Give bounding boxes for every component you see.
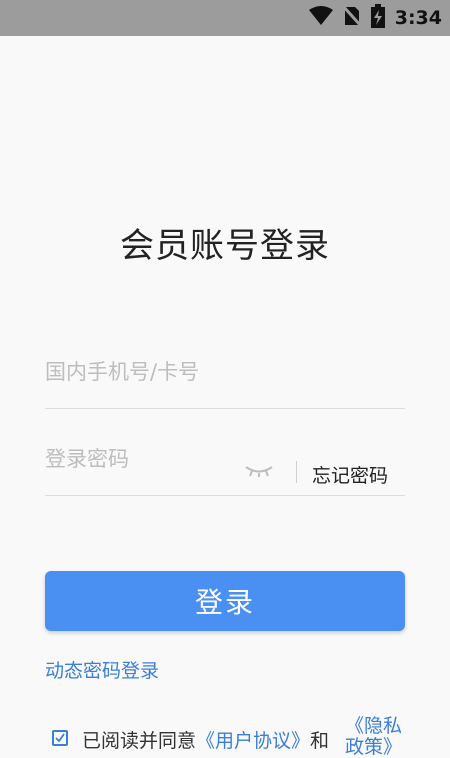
no-sim-icon (341, 4, 362, 31)
dynamic-password-login-link[interactable]: 动态密码登录 (45, 656, 159, 683)
wifi-icon (308, 6, 333, 30)
status-time: 3:34 (394, 7, 442, 29)
battery-charging-icon (370, 4, 385, 32)
forgot-password-link[interactable]: 忘记密码 (312, 461, 388, 488)
privacy-policy-link[interactable]: 《隐私政策》 (345, 716, 407, 758)
status-bar: 3:34 (0, 0, 450, 36)
agreement-row: 已阅读并同意《用户协议》和 《隐私政策》 (52, 716, 412, 758)
status-icons: 3:34 (308, 0, 442, 36)
password-field: 忘记密码 (45, 447, 405, 496)
eye-closed-icon[interactable] (244, 463, 274, 477)
agreement-checkbox[interactable] (52, 730, 68, 746)
phone-field (45, 360, 405, 409)
divider (296, 461, 297, 483)
password-input[interactable] (45, 447, 235, 471)
login-button[interactable]: 登录 (45, 571, 405, 631)
page-title: 会员账号登录 (120, 226, 330, 266)
phone-input[interactable] (45, 360, 405, 384)
